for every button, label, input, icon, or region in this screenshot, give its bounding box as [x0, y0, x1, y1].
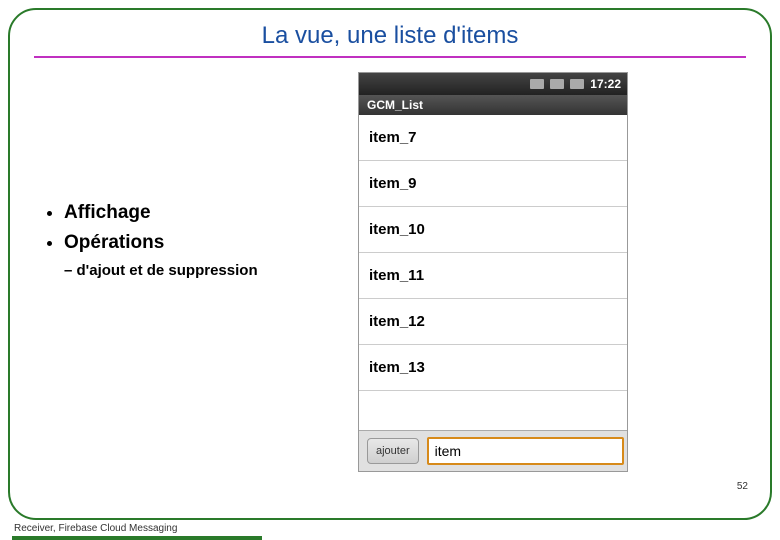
- signal-icon: [550, 79, 564, 89]
- footer-accent-line: [12, 536, 262, 540]
- status-time: 17:22: [590, 77, 621, 91]
- page-number: 52: [737, 481, 748, 492]
- app-title-bar: GCM_List: [359, 95, 627, 115]
- android-status-bar: 17:22: [359, 73, 627, 95]
- list-item[interactable]: item_9: [359, 161, 627, 207]
- list-item[interactable]: item_7: [359, 115, 627, 161]
- list-view[interactable]: item_7 item_9 item_10 item_11 item_12 it…: [359, 115, 627, 430]
- slide-footer: Receiver, Firebase Cloud Messaging: [14, 523, 177, 534]
- item-input[interactable]: [427, 437, 624, 465]
- list-item[interactable]: item_11: [359, 253, 627, 299]
- list-item[interactable]: item_13: [359, 345, 627, 391]
- ajouter-button[interactable]: ajouter: [367, 438, 419, 464]
- list-item[interactable]: item_12: [359, 299, 627, 345]
- bullet-operations-label: Opérations: [64, 232, 164, 253]
- bullet-affichage: Affichage: [64, 202, 334, 224]
- bullet-sub-ajout: d'ajout et de suppression: [64, 262, 334, 279]
- slide-title: La vue, une liste d'items: [34, 22, 746, 58]
- bullet-operations: Opérations d'ajout et de suppression: [64, 232, 334, 279]
- battery-icon: [570, 79, 584, 89]
- phone-screenshot: 17:22 GCM_List item_7 item_9 item_10 ite…: [358, 72, 628, 472]
- network-3g-icon: [530, 79, 544, 89]
- bullet-list: Affichage Opérations d'ajout et de suppr…: [34, 72, 334, 472]
- list-item[interactable]: item_10: [359, 207, 627, 253]
- bottom-bar: ajouter: [359, 430, 627, 471]
